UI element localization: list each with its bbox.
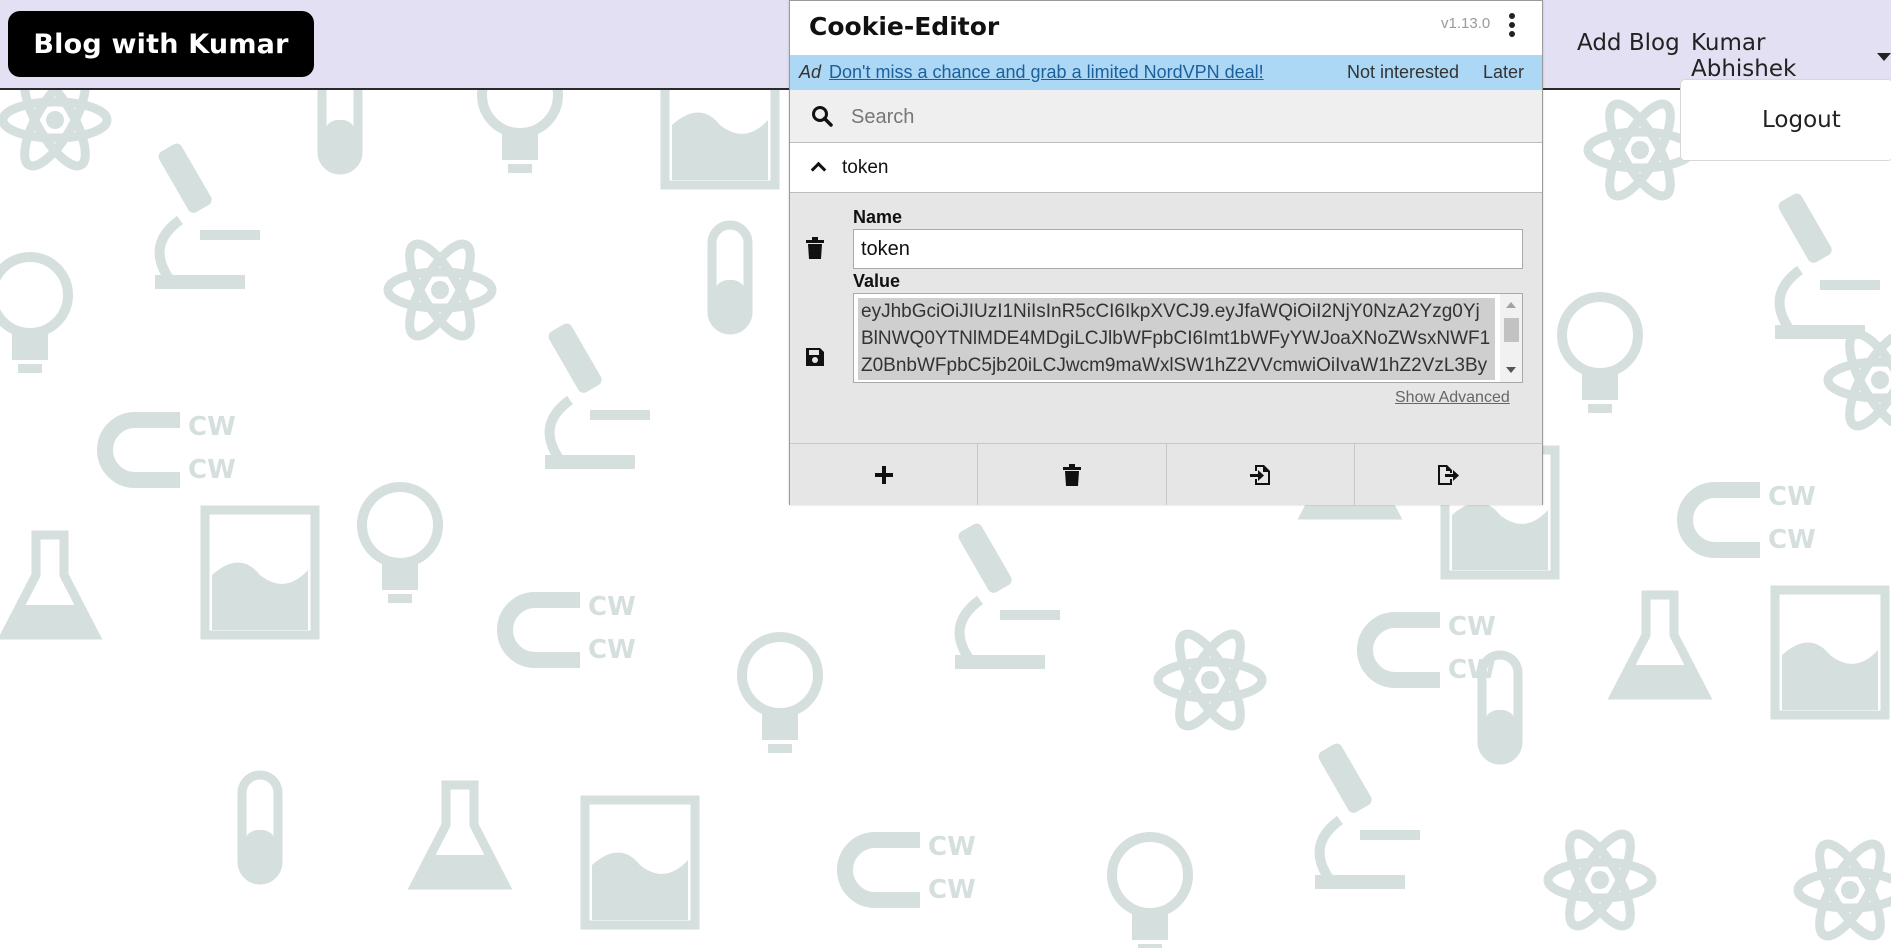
cookie-value-text[interactable]: eyJhbGciOiJIUzI1NiIsInR5cCI6IkpXVCJ9.eyJ… <box>858 298 1495 380</box>
popup-title: Cookie-Editor <box>809 12 1000 41</box>
cookie-name-field[interactable] <box>853 229 1523 269</box>
chevron-up-icon[interactable] <box>810 161 827 178</box>
search-icon <box>812 106 833 127</box>
scroll-thumb[interactable] <box>1504 318 1519 342</box>
add-icon <box>874 465 893 484</box>
logout-menu-item[interactable]: Logout <box>1762 107 1841 133</box>
search-bar <box>790 90 1542 143</box>
ad-banner: Ad Don't miss a chance and grab a limite… <box>790 55 1542 90</box>
delete-all-button[interactable] <box>978 444 1167 505</box>
brand-logo[interactable]: Blog with Kumar <box>8 11 314 77</box>
user-dropdown-menu: Logout <box>1680 79 1891 161</box>
not-interested-button[interactable]: Not interested <box>1347 62 1459 83</box>
value-scrollbar[interactable] <box>1500 294 1522 382</box>
cookie-list-item[interactable]: token <box>790 143 1542 193</box>
later-button[interactable]: Later <box>1483 62 1524 83</box>
scroll-up-arrow-icon[interactable] <box>1506 302 1516 308</box>
delete-all-icon <box>1062 463 1081 486</box>
name-label: Name <box>853 207 903 227</box>
cookie-name: token <box>842 157 889 178</box>
search-input[interactable] <box>849 102 1513 132</box>
user-name: Kumar Abhishek <box>1691 30 1797 82</box>
export-icon <box>1438 464 1460 485</box>
ad-link[interactable]: Don't miss a chance and grab a limited N… <box>829 62 1264 83</box>
user-menu-toggle[interactable]: Kumar Abhishek <box>1691 30 1891 82</box>
add-blog-link[interactable]: Add Blog <box>1577 30 1680 56</box>
more-options-icon[interactable] <box>1507 13 1517 39</box>
popup-header: Cookie-Editor v1.13.0 <box>790 1 1542 55</box>
cookie-editor-popup: Cookie-Editor v1.13.0 Ad Don't miss a ch… <box>789 0 1543 505</box>
caret-down-icon <box>1877 53 1891 61</box>
export-button[interactable] <box>1355 444 1542 505</box>
import-icon <box>1250 464 1271 485</box>
trash-icon[interactable] <box>805 237 825 259</box>
cookie-value-field[interactable]: eyJhbGciOiJIUzI1NiIsInR5cCI6IkpXVCJ9.eyJ… <box>853 293 1523 383</box>
scroll-down-arrow-icon[interactable] <box>1506 367 1516 373</box>
save-icon[interactable] <box>805 347 825 367</box>
ad-tag: Ad <box>799 62 822 82</box>
value-label: Value <box>853 271 901 291</box>
cookie-edit-form: Name Value eyJhbGciOiJIUzI1NiIsInR5cCI6I… <box>790 193 1542 443</box>
version-label: v1.13.0 <box>1441 15 1491 32</box>
add-cookie-button[interactable] <box>790 444 979 505</box>
show-advanced-link[interactable]: Show Advanced <box>1395 389 1510 407</box>
footer-toolbar <box>790 443 1542 505</box>
import-button[interactable] <box>1167 444 1355 505</box>
